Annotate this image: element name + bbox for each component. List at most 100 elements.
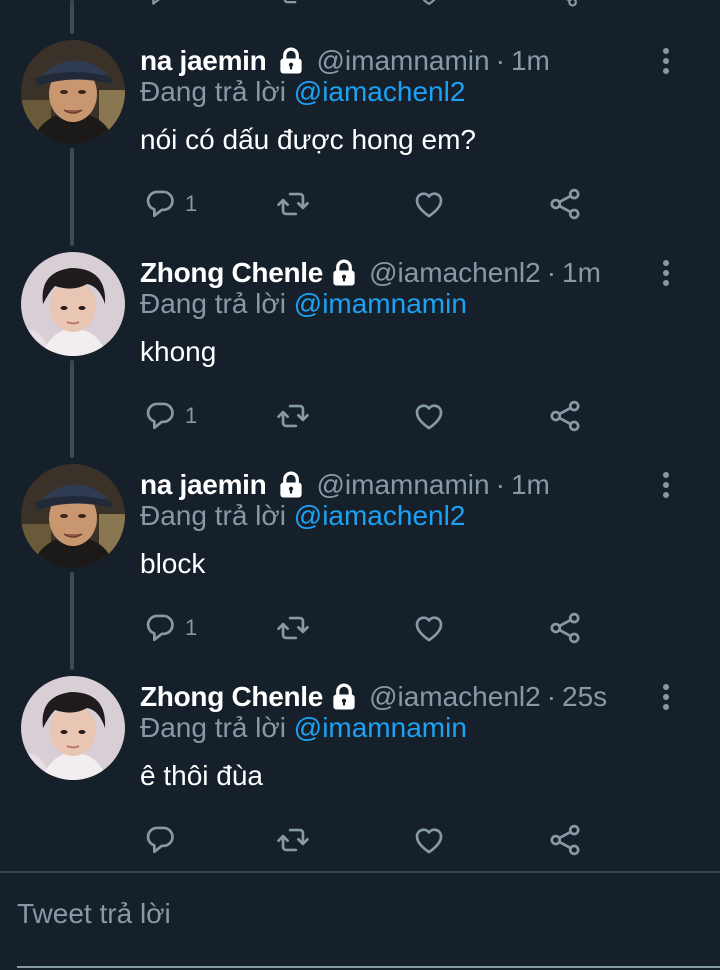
tweet-header: Zhong Chenle @iamachenl2 · 1m [140, 255, 601, 291]
tweet-actions: 1 [140, 396, 600, 436]
reply-count: 1 [185, 615, 198, 640]
reply-button[interactable] [143, 820, 185, 860]
more-vertical-icon[interactable] [656, 470, 676, 500]
share-icon [548, 187, 582, 221]
composer-divider [0, 871, 720, 873]
previous-tweet-actions-fragment [0, 0, 720, 10]
retweet-icon[interactable] [278, 0, 308, 8]
lock-icon [276, 470, 306, 500]
tweet-text: khong [140, 336, 217, 367]
share-icon[interactable] [550, 0, 580, 8]
replying-prefix: Đang trả lời [140, 288, 286, 319]
user-handle[interactable]: @imamnamin [316, 469, 489, 501]
replying-to: Đang trả lời @iamachenl2 [140, 76, 465, 108]
tweet[interactable]: na jaemin @imamnamin · 1m Đang trả lời @… [0, 40, 720, 252]
retweet-icon [276, 187, 310, 221]
like-button[interactable] [412, 820, 446, 860]
timestamp[interactable]: 1m [562, 257, 601, 289]
mention-link[interactable]: @imamnamin [294, 288, 467, 319]
tweet-text: block [140, 548, 206, 579]
timestamp[interactable]: 1m [511, 469, 550, 501]
lock-icon [276, 46, 306, 76]
separator-dot: · [495, 45, 505, 76]
replying-prefix: Đang trả lời [140, 500, 286, 531]
display-name[interactable]: na jaemin [140, 469, 267, 501]
more-vertical-icon[interactable] [656, 258, 676, 288]
timestamp[interactable]: 1m [511, 45, 550, 77]
reply-button[interactable]: 1 [143, 608, 197, 648]
heart-icon [412, 187, 446, 221]
reply-count: 1 [185, 403, 198, 428]
tweet-header: Zhong Chenle @iamachenl2 · 25s [140, 679, 607, 715]
timestamp[interactable]: 25s [562, 681, 607, 713]
user-handle[interactable]: @iamachenl2 [369, 257, 541, 289]
retweet-icon [276, 399, 310, 433]
reply-icon [143, 187, 177, 221]
tweet[interactable]: na jaemin @imamnamin · 1m Đang trả lời @… [0, 464, 720, 676]
heart-icon [412, 611, 446, 645]
tweet-actions: 1 [140, 608, 600, 648]
tweet[interactable]: Zhong Chenle @iamachenl2 · 25s Đang trả … [0, 676, 720, 888]
share-button[interactable] [548, 820, 582, 860]
retweet-button[interactable] [276, 820, 310, 860]
reply-composer-input[interactable]: Tweet trả lời [17, 898, 171, 930]
reply-icon [143, 823, 177, 857]
replying-to: Đang trả lời @imamnamin [140, 712, 467, 744]
retweet-icon [276, 823, 310, 857]
retweet-button[interactable] [276, 608, 310, 648]
mention-link[interactable]: @iamachenl2 [294, 500, 466, 531]
share-button[interactable] [548, 184, 582, 224]
avatar[interactable] [21, 464, 125, 568]
share-icon [548, 399, 582, 433]
separator-dot: · [546, 257, 557, 288]
like-button[interactable] [412, 396, 446, 436]
share-icon [548, 611, 582, 645]
tweet-header: na jaemin @imamnamin · 1m [140, 43, 550, 79]
display-name[interactable]: na jaemin [140, 45, 267, 77]
share-icon [548, 823, 582, 857]
mention-link[interactable]: @iamachenl2 [294, 76, 466, 107]
tweet[interactable]: Zhong Chenle @iamachenl2 · 1m Đang trả l… [0, 252, 720, 464]
lock-icon [329, 682, 359, 712]
separator-dot: · [495, 469, 505, 500]
avatar[interactable] [21, 252, 125, 356]
tweet-text: nói có dấu được hong em? [140, 124, 476, 155]
separator-dot: · [546, 681, 557, 712]
reply-icon [143, 399, 177, 433]
replying-prefix: Đang trả lời [140, 712, 286, 743]
replying-to: Đang trả lời @imamnamin [140, 288, 467, 320]
reply-button[interactable]: 1 [143, 396, 197, 436]
retweet-button[interactable] [276, 396, 310, 436]
reply-icon[interactable] [143, 0, 173, 8]
more-vertical-icon[interactable] [656, 46, 676, 76]
share-button[interactable] [548, 608, 582, 648]
more-vertical-icon[interactable] [656, 682, 676, 712]
tweet-actions [140, 820, 600, 860]
display-name[interactable]: Zhong Chenle [140, 681, 323, 713]
heart-icon [412, 823, 446, 857]
replying-prefix: Đang trả lời [140, 76, 286, 107]
user-handle[interactable]: @iamachenl2 [369, 681, 541, 713]
retweet-icon [276, 611, 310, 645]
composer-underline [17, 966, 720, 968]
avatar[interactable] [21, 676, 125, 780]
retweet-button[interactable] [276, 184, 310, 224]
user-handle[interactable]: @imamnamin [316, 45, 489, 77]
heart-icon [412, 399, 446, 433]
tweet-header: na jaemin @imamnamin · 1m [140, 467, 550, 503]
reply-count: 1 [185, 191, 198, 216]
replying-to: Đang trả lời @iamachenl2 [140, 500, 465, 532]
share-button[interactable] [548, 396, 582, 436]
heart-icon[interactable] [414, 0, 444, 8]
reply-button[interactable]: 1 [143, 184, 197, 224]
lock-icon [329, 258, 359, 288]
avatar[interactable] [21, 40, 125, 144]
mention-link[interactable]: @imamnamin [294, 712, 467, 743]
tweet-actions: 1 [140, 184, 600, 224]
display-name[interactable]: Zhong Chenle [140, 257, 323, 289]
reply-icon [143, 611, 177, 645]
thread-line [70, 0, 74, 34]
tweet-text: ê thôi đùa [140, 760, 263, 791]
like-button[interactable] [412, 608, 446, 648]
like-button[interactable] [412, 184, 446, 224]
